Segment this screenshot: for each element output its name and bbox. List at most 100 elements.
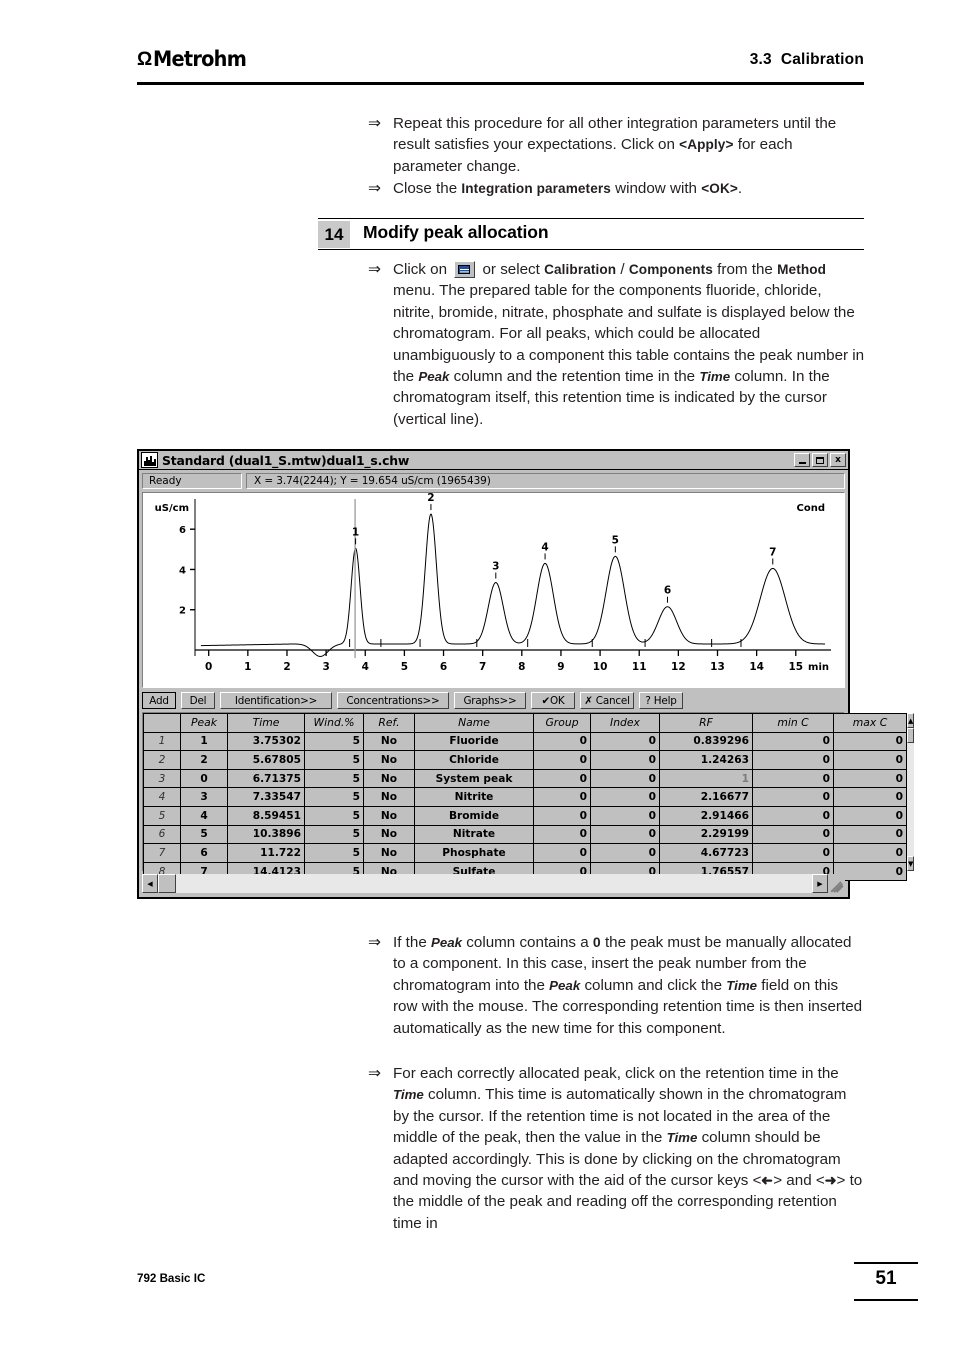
cell-name[interactable]: Nitrate — [414, 824, 534, 845]
close-button[interactable]: x — [830, 453, 846, 467]
cell-time[interactable]: 6.71375 — [227, 768, 305, 789]
table-horizontal-scrollbar[interactable]: ◀ ▶ — [142, 874, 845, 893]
cell-group[interactable]: 0 — [533, 731, 591, 752]
del-button[interactable]: Del — [181, 692, 215, 709]
cell-time[interactable]: 7.33547 — [227, 787, 305, 807]
table-row[interactable]: 1 1 3.75302 5 No Fluoride 0 0 0.839296 0 0 — [143, 731, 907, 752]
table-row[interactable]: 2 2 5.67805 5 No Chloride 0 0 1.24263 0 0 — [143, 750, 907, 770]
scroll-down-button[interactable]: ▼ — [907, 856, 915, 871]
cell-name[interactable]: Chloride — [414, 750, 534, 770]
identification-button[interactable]: Identification>> — [220, 692, 332, 709]
cell-peak[interactable]: 0 — [180, 768, 228, 789]
cell-time[interactable]: 10.3896 — [227, 824, 305, 845]
cell-wind[interactable]: 5 — [304, 768, 364, 789]
cell-rf[interactable]: 2.29199 — [659, 824, 753, 845]
column-header-rf[interactable]: RF — [659, 713, 753, 733]
cell-rf[interactable]: 2.91466 — [659, 805, 753, 826]
column-header-name[interactable]: Name — [414, 713, 534, 733]
ok-button[interactable]: ✔OK — [531, 692, 575, 709]
cell-maxc[interactable]: 0 — [833, 824, 907, 845]
table-row[interactable]: 3 0 6.71375 5 No System peak 0 0 1 0 0 — [143, 768, 907, 789]
hscroll-thumb[interactable] — [158, 874, 176, 893]
cell-index[interactable]: 0 — [590, 750, 660, 770]
cell-id[interactable]: 2 — [143, 750, 181, 770]
cell-group[interactable]: 0 — [533, 750, 591, 770]
cell-id[interactable]: 3 — [143, 768, 181, 789]
cell-minc[interactable]: 0 — [752, 750, 834, 770]
column-header-max-c[interactable]: max C — [833, 713, 907, 733]
cell-name[interactable]: Phosphate — [414, 843, 534, 863]
cell-ref[interactable]: No — [363, 843, 415, 863]
column-header-group[interactable]: Group — [533, 713, 591, 733]
cell-minc[interactable]: 0 — [752, 843, 834, 863]
cell-name[interactable]: System peak — [414, 768, 534, 789]
cell-time[interactable]: 5.67805 — [227, 750, 305, 770]
cell-id[interactable]: 5 — [143, 805, 181, 826]
concentrations-button[interactable]: Concentrations>> — [337, 692, 449, 709]
maximize-button[interactable] — [812, 453, 828, 467]
cell-maxc[interactable]: 0 — [833, 750, 907, 770]
cell-index[interactable]: 0 — [590, 843, 660, 863]
table-row[interactable]: 4 3 7.33547 5 No Nitrite 0 0 2.16677 0 0 — [143, 787, 907, 807]
cell-name[interactable]: Nitrite — [414, 787, 534, 807]
scroll-left-button[interactable]: ◀ — [142, 874, 158, 893]
column-header-index[interactable]: Index — [590, 713, 660, 733]
chromatogram-plot[interactable]: 2 4 6 uS/cm Cond 0 1 2 3 4 5 6 7 8 9 10 11 12 13 14 15 min 1 2 3… — [142, 492, 845, 688]
column-header-time[interactable]: Time — [227, 713, 305, 733]
cell-wind[interactable]: 5 — [304, 787, 364, 807]
cell-wind[interactable]: 5 — [304, 731, 364, 752]
cell-name[interactable]: Bromide — [414, 805, 534, 826]
cell-index[interactable]: 0 — [590, 805, 660, 826]
cell-ref[interactable]: No — [363, 731, 415, 752]
table-row[interactable]: 5 4 8.59451 5 No Bromide 0 0 2.91466 0 0 — [143, 805, 907, 826]
cell-maxc[interactable]: 0 — [833, 805, 907, 826]
cell-time[interactable]: 8.59451 — [227, 805, 305, 826]
cell-group[interactable]: 0 — [533, 768, 591, 789]
cell-wind[interactable]: 5 — [304, 750, 364, 770]
cell-minc[interactable]: 0 — [752, 787, 834, 807]
cell-rf[interactable]: 4.67723 — [659, 843, 753, 863]
cell-peak[interactable]: 2 — [180, 750, 228, 770]
cell-index[interactable]: 0 — [590, 787, 660, 807]
cell-maxc[interactable]: 0 — [833, 731, 907, 752]
cell-wind[interactable]: 5 — [304, 824, 364, 845]
cell-peak[interactable]: 6 — [180, 843, 228, 863]
cell-time[interactable]: 11.722 — [227, 843, 305, 863]
cell-wind[interactable]: 5 — [304, 843, 364, 863]
cell-group[interactable]: 0 — [533, 805, 591, 826]
cell-ref[interactable]: No — [363, 805, 415, 826]
cell-group[interactable]: 0 — [533, 824, 591, 845]
add-button[interactable]: Add — [142, 692, 176, 709]
cell-ref[interactable]: No — [363, 824, 415, 845]
scroll-up-button[interactable]: ▲ — [907, 713, 915, 728]
column-header-index[interactable] — [143, 713, 181, 733]
cell-index[interactable]: 0 — [590, 824, 660, 845]
cell-peak[interactable]: 3 — [180, 787, 228, 807]
graphs-button[interactable]: Graphs>> — [454, 692, 526, 709]
cell-id[interactable]: 7 — [143, 843, 181, 863]
cell-index[interactable]: 0 — [590, 768, 660, 789]
cell-group[interactable]: 0 — [533, 787, 591, 807]
cell-ref[interactable]: No — [363, 768, 415, 789]
column-header-wind-[interactable]: Wind.% — [304, 713, 364, 733]
scroll-track[interactable] — [907, 743, 915, 856]
cell-peak[interactable]: 1 — [180, 731, 228, 752]
cell-ref[interactable]: No — [363, 787, 415, 807]
cell-maxc[interactable]: 0 — [833, 768, 907, 789]
hscroll-track[interactable] — [176, 874, 812, 893]
cell-ref[interactable]: No — [363, 750, 415, 770]
table-row[interactable]: 7 6 11.722 5 No Phosphate 0 0 4.67723 0 0 — [143, 843, 907, 863]
cell-minc[interactable]: 0 — [752, 768, 834, 789]
column-header-min-c[interactable]: min C — [752, 713, 834, 733]
cell-rf[interactable]: 1 — [659, 768, 753, 789]
cell-rf[interactable]: 2.16677 — [659, 787, 753, 807]
cell-peak[interactable]: 4 — [180, 805, 228, 826]
table-row[interactable]: 6 5 10.3896 5 No Nitrate 0 0 2.29199 0 0 — [143, 824, 907, 845]
cell-id[interactable]: 4 — [143, 787, 181, 807]
column-header-peak[interactable]: Peak — [180, 713, 228, 733]
cell-id[interactable]: 6 — [143, 824, 181, 845]
cell-maxc[interactable]: 0 — [833, 787, 907, 807]
column-header-ref-[interactable]: Ref. — [363, 713, 415, 733]
cell-minc[interactable]: 0 — [752, 731, 834, 752]
components-toolbar-icon[interactable] — [454, 261, 476, 278]
